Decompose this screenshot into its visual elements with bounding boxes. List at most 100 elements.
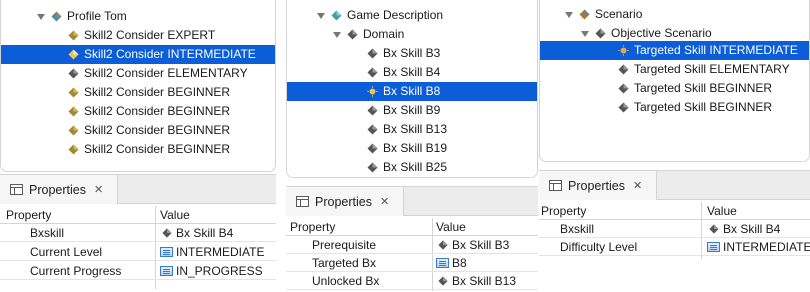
sun-node-icon xyxy=(367,86,378,97)
properties-table: Property Value Bxskill Bx Skill B4 Diffi… xyxy=(539,202,810,292)
property-name: Targeted Bx xyxy=(312,256,377,270)
property-name: Bxskill xyxy=(560,222,595,236)
table-row[interactable]: Bxskill Bx Skill B4 xyxy=(539,220,810,238)
tree-node-label: Profile Tom xyxy=(67,9,127,23)
diamond-node-icon xyxy=(347,29,358,40)
tree-item[interactable]: Bx Skill B19 xyxy=(287,139,537,158)
diamond-node-icon xyxy=(438,276,448,286)
diamond-node-icon xyxy=(68,49,79,60)
tree-item[interactable]: Skill2 Consider BEGINNER xyxy=(1,140,275,159)
tree-item[interactable]: Bx Skill B9 xyxy=(287,101,537,120)
properties-table: Property Value Prerequisite Bx Skill B3 … xyxy=(286,218,538,292)
property-value: IN_PROGRESS xyxy=(160,264,263,278)
property-name: Current Progress xyxy=(30,264,122,278)
chevron-down-icon[interactable] xyxy=(333,31,341,38)
property-value: Bx Skill B4 xyxy=(709,222,780,236)
tree-item-selected[interactable]: Skill2 Consider INTERMEDIATE xyxy=(1,45,275,64)
table-row[interactable]: Current Progress IN_PROGRESS xyxy=(0,262,276,280)
tree-item[interactable]: Bx Skill B3 xyxy=(287,44,537,63)
properties-header: Property Value xyxy=(0,206,276,289)
property-value-text: INTERMEDIATE xyxy=(176,245,265,259)
tree-item[interactable]: Targeted Skill BEGINNER xyxy=(540,98,809,117)
tree-item-label: Bx Skill B8 xyxy=(383,84,441,98)
close-icon[interactable]: ✕ xyxy=(94,183,103,196)
enum-icon xyxy=(436,258,449,268)
diamond-node-icon xyxy=(367,67,378,78)
properties-table: Property Value Bxskill Bx Skill B4 Curre… xyxy=(0,206,276,292)
close-icon[interactable]: ✕ xyxy=(380,195,389,208)
tree-item-label: Bx Skill B4 xyxy=(383,65,441,79)
tree-item[interactable]: Skill2 Consider BEGINNER xyxy=(1,83,275,102)
table-row[interactable]: Bxskill Bx Skill B4 xyxy=(0,224,276,242)
properties-icon xyxy=(549,180,562,191)
properties-header: Property Value xyxy=(286,218,538,291)
property-value: Bx Skill B4 xyxy=(162,226,233,240)
properties-tab[interactable]: Properties ✕ xyxy=(539,171,658,200)
enum-icon xyxy=(160,247,173,257)
diamond-node-icon xyxy=(51,11,62,22)
column-header-property: Property xyxy=(541,204,587,218)
chevron-down-icon[interactable] xyxy=(317,12,325,19)
tree-item[interactable]: Targeted Skill BEGINNER xyxy=(540,79,809,98)
tree-node-profile-tom[interactable]: Profile Tom xyxy=(1,7,275,26)
tree-item[interactable]: Bx Skill B4 xyxy=(287,63,537,82)
diamond-node-icon xyxy=(618,83,629,94)
diamond-node-icon xyxy=(367,105,378,116)
table-row[interactable]: Current Level INTERMEDIATE xyxy=(0,243,276,261)
tree-item-label: Skill2 Consider BEGINNER xyxy=(84,85,231,99)
tree-item[interactable]: Bx Skill B13 xyxy=(287,120,537,139)
properties-tab-title: Properties xyxy=(29,182,86,197)
profile-tree: Profile Tom Skill2 Consider EXPERT Skill… xyxy=(0,0,276,172)
tree-item-label: Skill2 Consider BEGINNER xyxy=(84,142,231,156)
chevron-down-icon[interactable] xyxy=(565,11,573,18)
tree-node-scenario[interactable]: Scenario xyxy=(540,5,809,24)
tree-item[interactable]: Skill2 Consider BEGINNER xyxy=(1,121,275,140)
tree-item-selected[interactable]: Targeted Skill INTERMEDIATE xyxy=(540,41,809,60)
property-name: Unlocked Bx xyxy=(312,274,380,288)
diamond-node-icon xyxy=(709,224,719,234)
tree-item[interactable]: Skill2 Consider BEGINNER xyxy=(1,102,275,121)
diamond-node-icon xyxy=(162,228,172,238)
property-value-text: Bx Skill B13 xyxy=(452,274,517,288)
diamond-node-icon xyxy=(618,64,629,75)
tree-item-label: Bx Skill B3 xyxy=(383,46,441,60)
tree-item-label: Targeted Skill BEGINNER xyxy=(634,81,773,95)
tree-item-label: Skill2 Consider ELEMENTARY xyxy=(84,66,248,80)
tree-node-domain[interactable]: Domain xyxy=(287,25,537,44)
table-row[interactable]: Targeted Bx B8 xyxy=(286,254,538,272)
tree-node-label: Domain xyxy=(363,27,405,41)
close-icon[interactable]: ✕ xyxy=(633,179,642,192)
properties-tabbar: Properties ✕ xyxy=(286,186,538,216)
tree-item-label: Bx Skill B19 xyxy=(383,141,448,155)
tree-item-label: Bx Skill B9 xyxy=(383,103,441,117)
properties-tab-title: Properties xyxy=(315,194,372,209)
property-value-text: INTERMEDIATE xyxy=(723,240,810,254)
tree-item[interactable]: Targeted Skill ELEMENTARY xyxy=(540,60,809,79)
tree-item-label: Bx Skill B25 xyxy=(383,160,448,174)
tree-item[interactable]: Skill2 Consider ELEMENTARY xyxy=(1,64,275,83)
properties-tab[interactable]: Properties ✕ xyxy=(0,175,119,204)
tree-item[interactable]: Skill2 Consider EXPERT xyxy=(1,26,275,45)
table-row[interactable]: Prerequisite Bx Skill B3 xyxy=(286,236,538,254)
chevron-down-icon[interactable] xyxy=(37,13,45,20)
tree-node-game-description[interactable]: Game Description xyxy=(287,6,537,25)
properties-header: Property Value xyxy=(539,202,810,259)
table-row[interactable]: Difficulty Level INTERMEDIATE xyxy=(539,238,810,256)
diamond-node-icon xyxy=(367,143,378,154)
tree-item[interactable]: Bx Skill B25 xyxy=(287,158,537,177)
property-value: B8 xyxy=(436,256,467,270)
properties-tabbar: Properties ✕ xyxy=(539,170,810,200)
table-row[interactable]: Unlocked Bx Bx Skill B13 xyxy=(286,272,538,290)
column-header-property: Property xyxy=(6,208,52,222)
diamond-node-icon xyxy=(595,28,606,39)
properties-tab[interactable]: Properties ✕ xyxy=(286,187,405,216)
tree-item-label: Skill2 Consider BEGINNER xyxy=(84,104,231,118)
tree-item-selected[interactable]: Bx Skill B8 xyxy=(287,82,537,101)
chevron-down-icon[interactable] xyxy=(581,30,589,37)
property-name: Difficulty Level xyxy=(560,240,638,254)
column-header-value: Value xyxy=(160,208,190,222)
property-name: Bxskill xyxy=(30,226,65,240)
property-name: Current Level xyxy=(30,245,103,259)
diamond-node-icon xyxy=(438,240,448,250)
property-value: INTERMEDIATE xyxy=(160,245,264,259)
